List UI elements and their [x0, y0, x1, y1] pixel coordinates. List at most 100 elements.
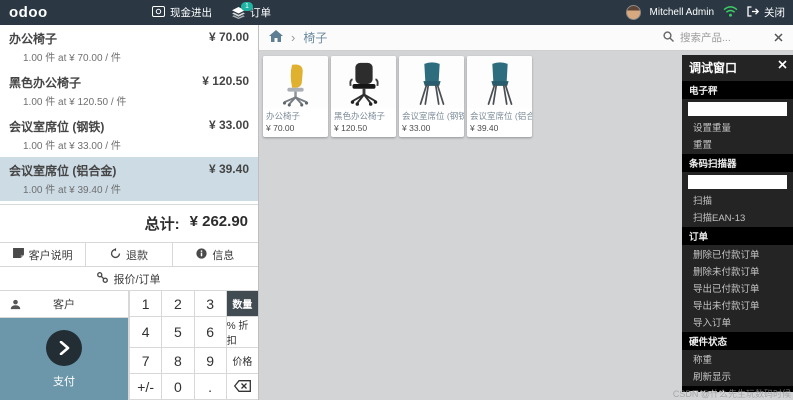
- order-line-detail: 1.00 件 at ¥ 39.40 / 件: [23, 185, 121, 196]
- info-button[interactable]: 信息: [172, 243, 258, 266]
- pay-arrow-icon: [46, 329, 82, 366]
- debug-section-label: 订单: [682, 227, 793, 245]
- customer-note-button[interactable]: 客户说明: [0, 243, 87, 266]
- order-line[interactable]: 会议室席位 (铝合金) ¥ 39.40 1.00 件 at ¥ 39.40 / 件: [0, 157, 258, 201]
- breadcrumb: › 椅子 搜索产品...: [259, 25, 793, 51]
- numpad-mode-discount[interactable]: % 折扣: [225, 317, 258, 348]
- cash-in-out-label: 现金进出: [170, 7, 212, 19]
- watermark: CSDN @什么先生玩数码时候: [672, 389, 791, 399]
- cash-icon: [152, 5, 165, 20]
- wifi-status-icon: [723, 4, 738, 22]
- pos-screen: odoo 现金进出 1 订单 Mitchell Admin 关闭 办公椅子 ¥ …: [0, 0, 793, 400]
- home-icon[interactable]: [269, 29, 283, 47]
- order-line-detail: 1.00 件 at ¥ 33.00 / 件: [23, 141, 121, 152]
- numpad-backspace[interactable]: [225, 374, 258, 400]
- topbar-right: Mitchell Admin 关闭: [625, 4, 785, 22]
- debug-window: 调试窗口 电子秤 设置重量 重置 条码扫描器 扫描 扫描EAN-13 订单 删除已付款订单 删除…: [682, 55, 793, 392]
- pay-button[interactable]: 支付: [0, 318, 129, 400]
- numpad-key-+/-[interactable]: +/-: [129, 374, 162, 400]
- product-image: [399, 56, 464, 108]
- debug-item-button[interactable]: 导出已付款订单: [682, 279, 793, 296]
- debug-item-button[interactable]: 刷新显示: [682, 367, 793, 384]
- numpad-key-.[interactable]: .: [193, 374, 226, 400]
- pay-label: 支付: [53, 375, 75, 388]
- product-name: 会议室席位 (钢铁): [402, 111, 464, 121]
- numpad-key-4[interactable]: 4: [129, 317, 162, 348]
- order-line-top: 会议室席位 (钢铁) ¥ 33.00: [9, 118, 249, 135]
- orders-label: 订单: [250, 7, 271, 19]
- order-line-top: 黑色办公椅子 ¥ 120.50: [9, 74, 249, 91]
- numpad-key-9[interactable]: 9: [193, 348, 226, 374]
- numpad-mode-price[interactable]: 价格: [225, 348, 258, 374]
- search-clear-icon[interactable]: [774, 29, 783, 47]
- close-session-button[interactable]: 关闭: [747, 5, 785, 20]
- debug-input[interactable]: [688, 102, 787, 116]
- product-card[interactable]: 会议室席位 (钢铁) ¥ 33.00: [399, 56, 464, 137]
- order-line-detail: 1.00 件 at ¥ 120.50 / 件: [23, 97, 127, 108]
- note-icon: [12, 248, 24, 261]
- logout-icon: [747, 5, 760, 20]
- action-row2: 报价/订单: [0, 266, 258, 290]
- numpad-key-0[interactable]: 0: [161, 374, 194, 400]
- numpad-key-5[interactable]: 5: [161, 317, 194, 348]
- debug-title: 调试窗口: [689, 61, 738, 75]
- user-avatar[interactable]: [625, 5, 641, 20]
- numpad-key-3[interactable]: 3: [193, 291, 226, 317]
- product-image: [467, 56, 532, 108]
- debug-sections: 电子秤 设置重量 重置 条码扫描器 扫描 扫描EAN-13 订单 删除已付款订单 删除未付款订单…: [682, 81, 793, 392]
- numpad-key-7[interactable]: 7: [129, 348, 162, 374]
- order-line-price: ¥ 120.50: [202, 74, 249, 88]
- search-input[interactable]: 搜索产品...: [663, 29, 783, 47]
- numpad-mode-qty[interactable]: 数量: [225, 291, 258, 317]
- order-line-price: ¥ 70.00: [208, 30, 249, 44]
- debug-item-button[interactable]: 扫描: [682, 191, 793, 208]
- debug-item-button[interactable]: 删除未付款订单: [682, 262, 793, 279]
- cash-in-out-button[interactable]: 现金进出: [152, 5, 212, 20]
- order-line[interactable]: 黑色办公椅子 ¥ 120.50 1.00 件 at ¥ 120.50 / 件: [0, 69, 258, 113]
- info-label: 信息: [212, 249, 235, 262]
- orders-button[interactable]: 1 订单: [232, 1, 271, 20]
- product-grid: 办公椅子 ¥ 70.00 黑色办公椅子 ¥ 120.50 会议室席位 (钢铁) ¥ 33.…: [263, 56, 532, 137]
- action-row: 客户说明 退款 信息: [0, 242, 258, 266]
- debug-item-button[interactable]: 重置: [682, 135, 793, 152]
- order-line-name: 会议室席位 (铝合金): [9, 164, 117, 178]
- product-card[interactable]: 会议室席位 (铝合金) ¥ 39.40: [467, 56, 532, 137]
- person-icon: [10, 299, 21, 309]
- numpad-key-2[interactable]: 2: [161, 291, 194, 317]
- product-price: ¥ 33.00: [402, 123, 431, 133]
- debug-item-button[interactable]: 称重: [682, 350, 793, 367]
- debug-item-button[interactable]: 导入订单: [682, 313, 793, 330]
- product-card[interactable]: 办公椅子 ¥ 70.00: [263, 56, 328, 137]
- numpad-key-8[interactable]: 8: [161, 348, 194, 374]
- numpad-key-6[interactable]: 6: [193, 317, 226, 348]
- close-label: 关闭: [764, 7, 785, 19]
- product-image: [331, 56, 396, 108]
- topbar-center: 现金进出 1 订单: [152, 0, 271, 25]
- debug-close-icon[interactable]: [778, 60, 787, 69]
- breadcrumb-category[interactable]: 椅子: [303, 29, 327, 46]
- product-name: 办公椅子: [266, 111, 301, 121]
- order-line-top: 办公椅子 ¥ 70.00: [9, 30, 249, 47]
- order-line[interactable]: 会议室席位 (钢铁) ¥ 33.00 1.00 件 at ¥ 33.00 / 件: [0, 113, 258, 157]
- refund-icon: [110, 247, 121, 262]
- product-card[interactable]: 黑色办公椅子 ¥ 120.50: [331, 56, 396, 137]
- quotation-order-button[interactable]: 报价/订单: [0, 267, 258, 290]
- order-total: 总计: ¥ 262.90: [0, 204, 258, 242]
- link-icon: [97, 271, 109, 286]
- total-label: 总计:: [144, 216, 180, 233]
- refund-button[interactable]: 退款: [86, 243, 173, 266]
- debug-item-button[interactable]: 设置重量: [682, 118, 793, 135]
- order-line-top: 会议室席位 (铝合金) ¥ 39.40: [9, 162, 249, 179]
- debug-item-button[interactable]: 扫描EAN-13: [682, 208, 793, 225]
- customer-button[interactable]: 客户: [0, 291, 129, 318]
- chevron-right-icon: ›: [291, 29, 296, 45]
- order-line[interactable]: 办公椅子 ¥ 70.00 1.00 件 at ¥ 70.00 / 件: [0, 25, 258, 69]
- numpad-key-1[interactable]: 1: [129, 291, 162, 317]
- debug-item-button[interactable]: 删除已付款订单: [682, 245, 793, 262]
- topbar: odoo 现金进出 1 订单 Mitchell Admin 关闭: [0, 0, 793, 25]
- debug-input[interactable]: [688, 175, 787, 189]
- debug-header: 调试窗口: [682, 55, 793, 79]
- quotation-order-label: 报价/订单: [113, 273, 161, 286]
- debug-item-button[interactable]: 导出未付款订单: [682, 296, 793, 313]
- orders-icon: 1: [232, 1, 253, 19]
